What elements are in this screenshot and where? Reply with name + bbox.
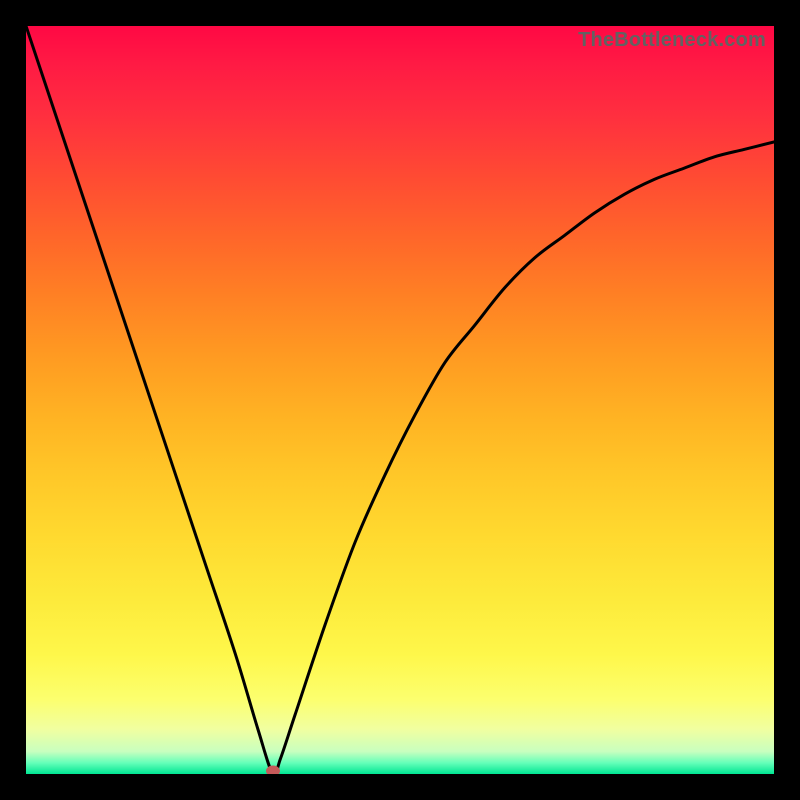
watermark-label: TheBottleneck.com: [578, 29, 766, 52]
minimum-marker-icon: [266, 766, 280, 775]
bottleneck-curve: [26, 26, 774, 774]
plot-area: TheBottleneck.com: [26, 26, 774, 774]
chart-frame: TheBottleneck.com: [0, 0, 800, 800]
